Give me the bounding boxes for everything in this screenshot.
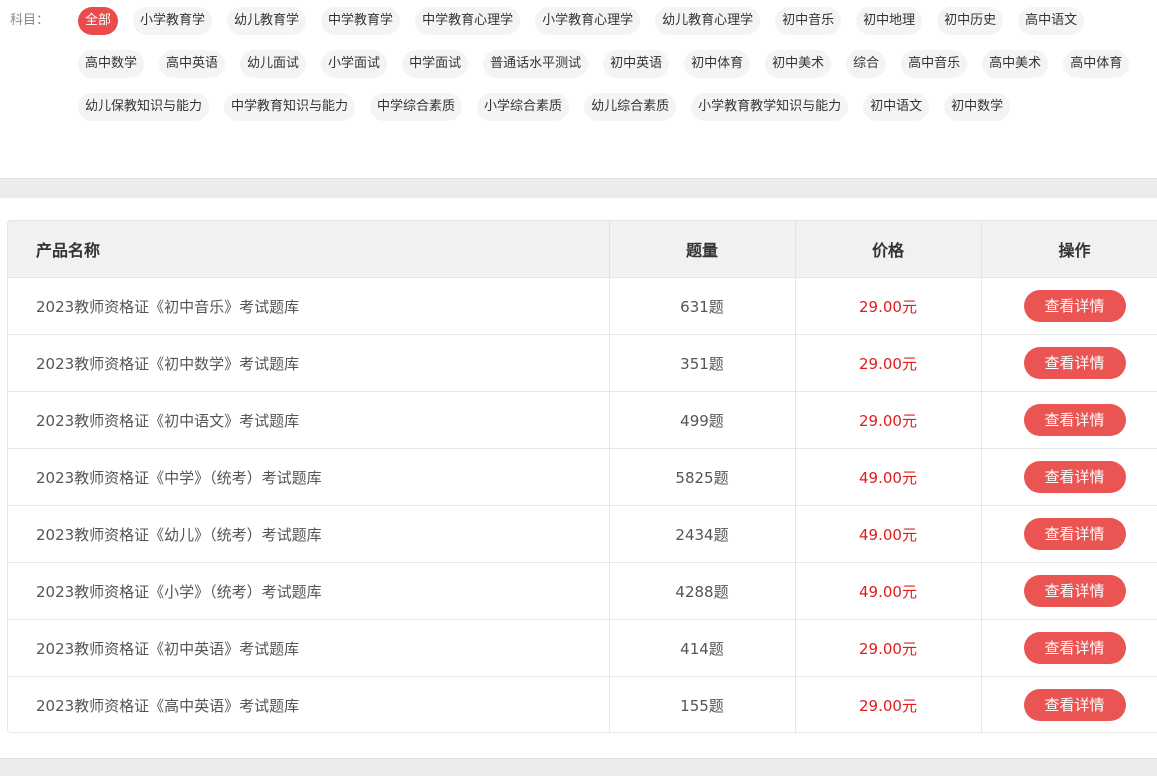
subject-chip[interactable]: 小学教育教学知识与能力	[691, 93, 849, 121]
action-cell: 查看详情	[981, 619, 1157, 677]
product-price: 29.00元	[795, 277, 982, 335]
view-details-button[interactable]: 查看详情	[1023, 290, 1126, 322]
question-count: 351题	[609, 334, 796, 392]
subject-chip[interactable]: 高中美术	[982, 50, 1049, 78]
subject-chip[interactable]: 初中英语	[603, 50, 670, 78]
subject-chip[interactable]: 普通话水平测试	[483, 50, 589, 78]
product-price: 29.00元	[795, 619, 982, 677]
subject-chip[interactable]: 中学教育心理学	[415, 7, 521, 35]
subject-chip[interactable]: 初中历史	[937, 7, 1004, 35]
subject-chip[interactable]: 小学教育心理学	[535, 7, 641, 35]
table-row: 2023教师资格证《幼儿》（统考）考试题库 2434题 49.00元 查看详情	[8, 505, 1157, 563]
subject-chip[interactable]: 小学面试	[321, 50, 388, 78]
view-details-button[interactable]: 查看详情	[1023, 689, 1126, 721]
table-row: 2023教师资格证《高中英语》考试题库 155题 29.00元 查看详情	[8, 676, 1157, 732]
product-price: 49.00元	[795, 505, 982, 563]
subject-chip[interactable]: 中学综合素质	[370, 93, 463, 121]
subject-chip[interactable]: 中学面试	[402, 50, 469, 78]
view-details-button[interactable]: 查看详情	[1023, 461, 1126, 493]
action-cell: 查看详情	[981, 448, 1157, 506]
header-question-count: 题量	[609, 221, 796, 278]
subject-chip[interactable]: 高中数学	[78, 50, 145, 78]
view-details-button[interactable]: 查看详情	[1023, 404, 1126, 436]
product-price: 29.00元	[795, 391, 982, 449]
table-row: 2023教师资格证《中学》（统考）考试题库 5825题 49.00元 查看详情	[8, 448, 1157, 506]
question-count: 155题	[609, 676, 796, 732]
product-price: 49.00元	[795, 448, 982, 506]
table-row: 2023教师资格证《初中数学》考试题库 351题 29.00元 查看详情	[8, 334, 1157, 392]
action-cell: 查看详情	[981, 391, 1157, 449]
subject-chip-list: 全部 小学教育学 幼儿教育学 中学教育学 中学教育心理学 小学教育心理学 幼儿教育心理学 初中…	[78, 7, 1153, 121]
question-count: 4288题	[609, 562, 796, 620]
table-row: 2023教师资格证《小学》（统考）考试题库 4288题 49.00元 查看详情	[8, 562, 1157, 620]
header-action: 操作	[981, 221, 1157, 278]
subject-chip[interactable]: 初中数学	[944, 93, 1011, 121]
product-name: 2023教师资格证《小学》（统考）考试题库	[8, 562, 610, 620]
subject-chip[interactable]: 中学教育学	[321, 7, 401, 35]
view-details-button[interactable]: 查看详情	[1023, 518, 1126, 550]
subject-chip[interactable]: 初中美术	[765, 50, 832, 78]
subject-chip[interactable]: 初中语文	[863, 93, 930, 121]
action-cell: 查看详情	[981, 505, 1157, 563]
view-details-button[interactable]: 查看详情	[1023, 347, 1126, 379]
subject-chip[interactable]: 小学综合素质	[477, 93, 570, 121]
section-divider	[0, 178, 1157, 198]
table-row: 2023教师资格证《初中音乐》考试题库 631题 29.00元 查看详情	[8, 277, 1157, 335]
product-name: 2023教师资格证《初中英语》考试题库	[8, 619, 610, 677]
product-name: 2023教师资格证《高中英语》考试题库	[8, 676, 610, 732]
product-table-container: 产品名称 题量 价格 操作 2023教师资格证《初中音乐》考试题库 631题 29.…	[7, 220, 1157, 733]
question-count: 5825题	[609, 448, 796, 506]
subject-chip[interactable]: 初中地理	[856, 7, 923, 35]
table-header-row: 产品名称 题量 价格 操作	[8, 221, 1157, 278]
question-count: 499题	[609, 391, 796, 449]
subject-chip[interactable]: 幼儿综合素质	[584, 93, 677, 121]
header-product-name: 产品名称	[8, 221, 610, 278]
table-row: 2023教师资格证《初中语文》考试题库 499题 29.00元 查看详情	[8, 391, 1157, 449]
subject-chip[interactable]: 中学教育知识与能力	[224, 93, 356, 121]
product-name: 2023教师资格证《初中语文》考试题库	[8, 391, 610, 449]
header-price: 价格	[795, 221, 982, 278]
action-cell: 查看详情	[981, 676, 1157, 732]
subject-chip[interactable]: 高中英语	[159, 50, 226, 78]
action-cell: 查看详情	[981, 562, 1157, 620]
question-count: 414题	[609, 619, 796, 677]
product-name: 2023教师资格证《初中音乐》考试题库	[8, 277, 610, 335]
product-price: 29.00元	[795, 334, 982, 392]
question-count: 631题	[609, 277, 796, 335]
product-name: 2023教师资格证《幼儿》（统考）考试题库	[8, 505, 610, 563]
subject-chip[interactable]: 初中体育	[684, 50, 751, 78]
subject-chip-all[interactable]: 全部	[78, 7, 119, 35]
view-details-button[interactable]: 查看详情	[1023, 632, 1126, 664]
subject-chip[interactable]: 幼儿保教知识与能力	[78, 93, 210, 121]
subject-chip[interactable]: 幼儿教育心理学	[655, 7, 761, 35]
action-cell: 查看详情	[981, 334, 1157, 392]
product-name: 2023教师资格证《初中数学》考试题库	[8, 334, 610, 392]
subject-chip[interactable]: 幼儿教育学	[227, 7, 307, 35]
bottom-divider	[0, 758, 1157, 776]
subject-chip[interactable]: 高中体育	[1063, 50, 1130, 78]
subject-chip[interactable]: 高中语文	[1018, 7, 1085, 35]
view-details-button[interactable]: 查看详情	[1023, 575, 1126, 607]
action-cell: 查看详情	[981, 277, 1157, 335]
subject-chip[interactable]: 综合	[846, 50, 887, 78]
product-price: 49.00元	[795, 562, 982, 620]
table-row: 2023教师资格证《初中英语》考试题库 414题 29.00元 查看详情	[8, 619, 1157, 677]
subject-chip[interactable]: 幼儿面试	[240, 50, 307, 78]
product-table: 产品名称 题量 价格 操作 2023教师资格证《初中音乐》考试题库 631题 29.…	[8, 221, 1157, 732]
subject-filter-label: 科目：	[10, 13, 50, 28]
subject-filter: 科目： 全部 小学教育学 幼儿教育学 中学教育学 中学教育心理学 小学教育心理学 幼儿教育心…	[0, 0, 1157, 178]
subject-chip[interactable]: 高中音乐	[901, 50, 968, 78]
subject-chip[interactable]: 小学教育学	[133, 7, 213, 35]
product-name: 2023教师资格证《中学》（统考）考试题库	[8, 448, 610, 506]
product-price: 29.00元	[795, 676, 982, 732]
question-count: 2434题	[609, 505, 796, 563]
subject-chip[interactable]: 初中音乐	[775, 7, 842, 35]
